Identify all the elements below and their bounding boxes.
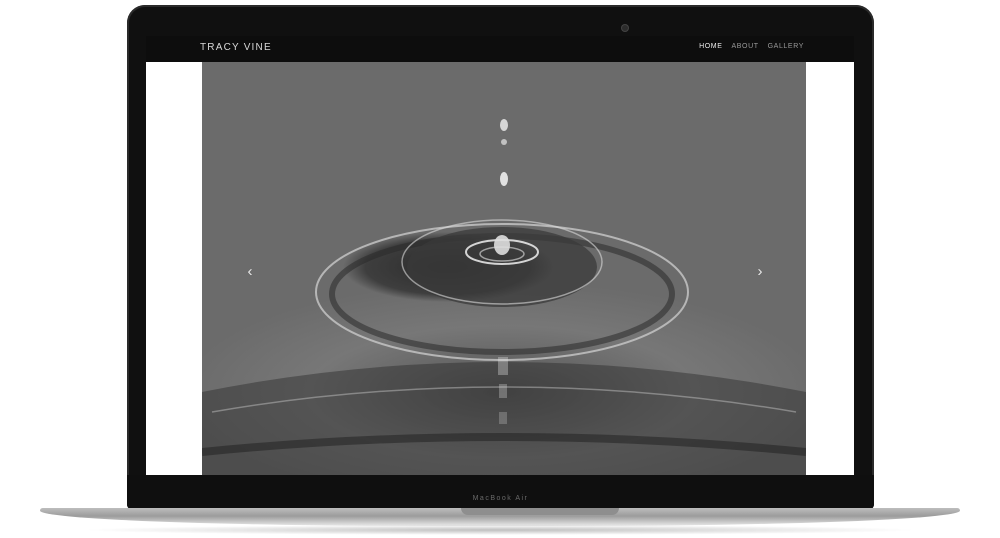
chevron-left-icon[interactable]: ‹ bbox=[240, 262, 260, 282]
chevron-right-icon[interactable]: › bbox=[750, 262, 770, 282]
nav-home[interactable]: HOME bbox=[699, 43, 722, 50]
webcam-icon bbox=[622, 25, 628, 31]
nav-about[interactable]: ABOUT bbox=[732, 43, 759, 50]
base-notch bbox=[461, 508, 619, 515]
screen: ‹ › bbox=[146, 62, 854, 475]
laptop-base bbox=[40, 508, 960, 526]
device-label: MacBook Air bbox=[472, 495, 529, 502]
nav-gallery[interactable]: GALLERY bbox=[768, 43, 804, 50]
hero-slide-image: ‹ › bbox=[202, 62, 806, 475]
laptop-shadow bbox=[80, 525, 920, 535]
site-header: TRACY VINE HOME ABOUT GALLERY bbox=[146, 36, 854, 62]
main-nav: HOME ABOUT GALLERY bbox=[699, 43, 804, 50]
water-drop-image bbox=[202, 119, 806, 475]
bottom-bezel: MacBook Air bbox=[127, 475, 874, 510]
site-logo[interactable]: TRACY VINE bbox=[200, 42, 272, 53]
